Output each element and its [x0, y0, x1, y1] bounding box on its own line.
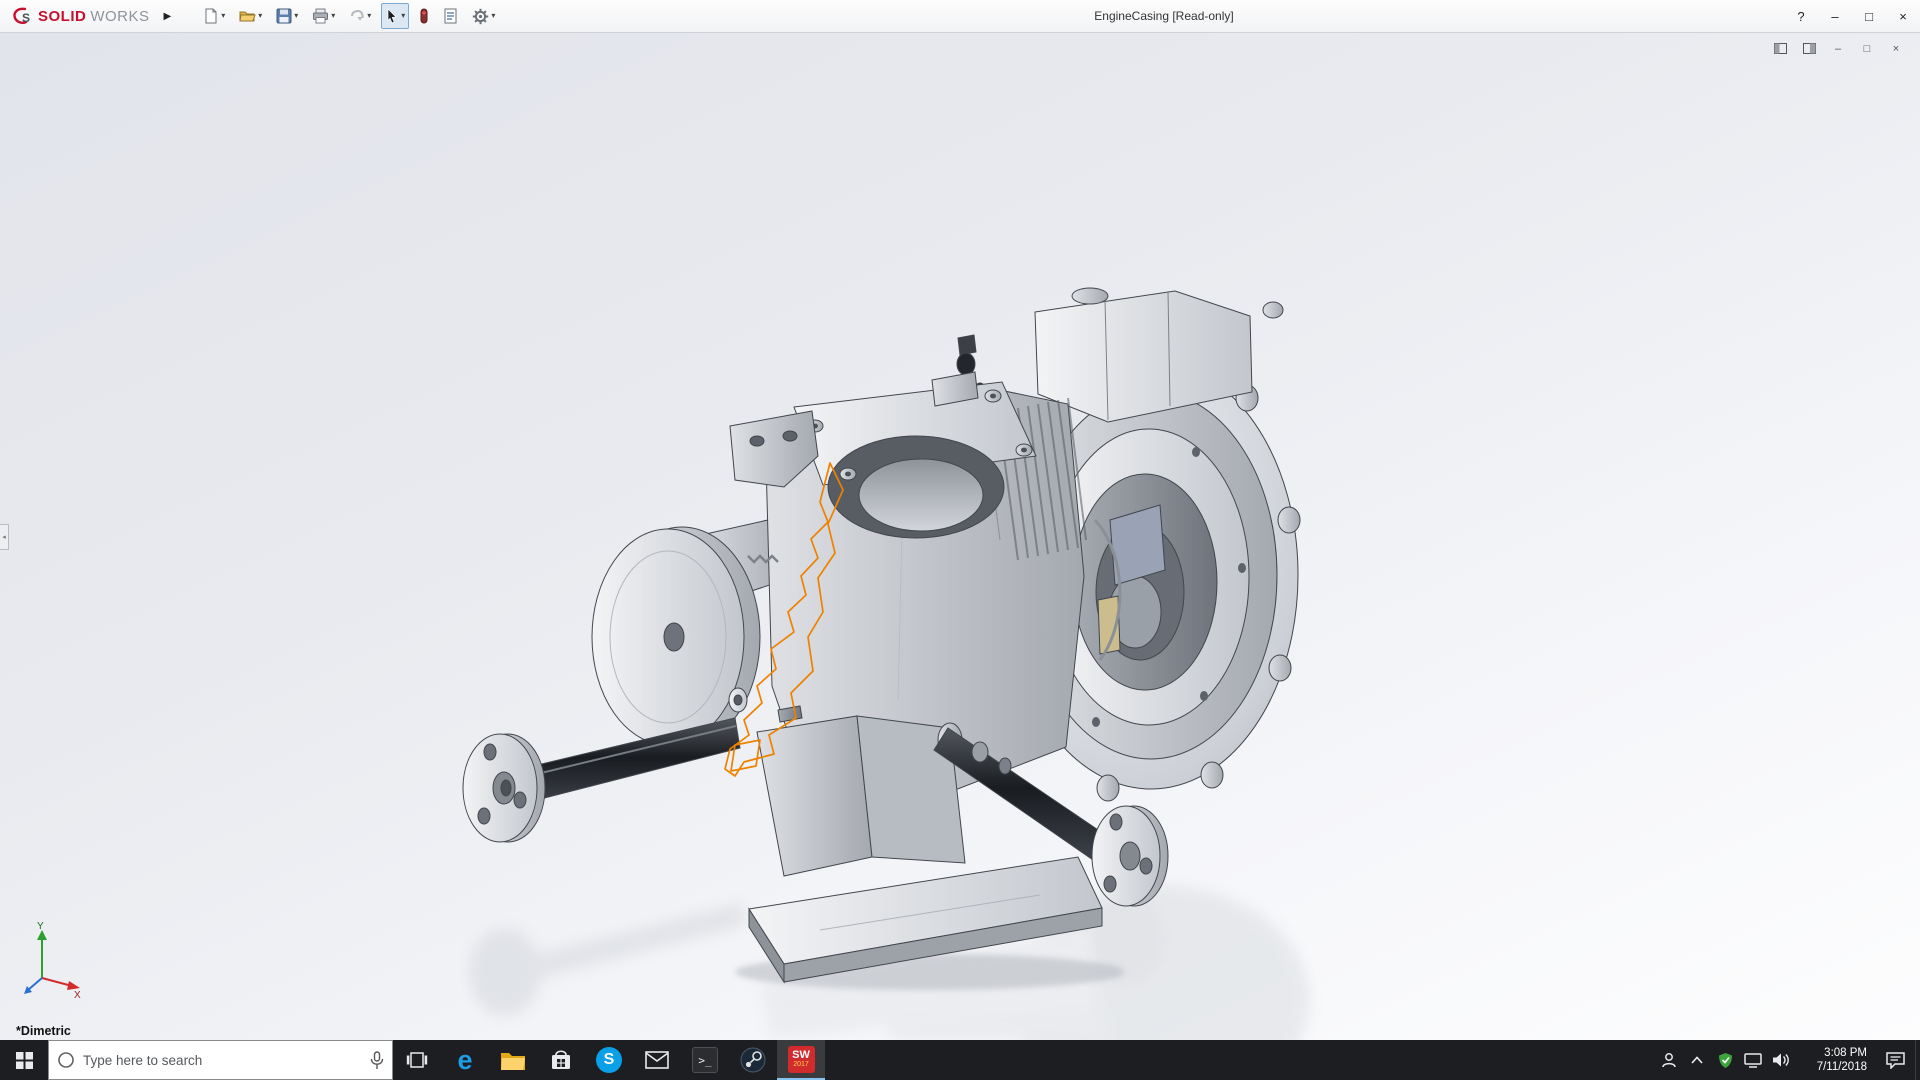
- minimize-button[interactable]: –: [1818, 0, 1852, 33]
- security-tray-button[interactable]: [1711, 1040, 1739, 1080]
- skype-icon: S: [596, 1047, 622, 1073]
- network-tray-button[interactable]: [1739, 1040, 1767, 1080]
- help-button[interactable]: ?: [1784, 0, 1818, 33]
- doc-restore-button[interactable]: □: [1857, 40, 1877, 57]
- new-document-button[interactable]: ▾: [199, 3, 229, 29]
- solidworks-window: S SOLIDWORKS ▶ ▾ ▾: [0, 0, 1920, 1080]
- engine-casing-model[interactable]: [0, 33, 1920, 1040]
- action-center-icon: [1886, 1052, 1905, 1069]
- left-shaft: [463, 718, 740, 842]
- dock-pane-left-button[interactable]: [1770, 40, 1790, 57]
- document-window-controls: – □ ×: [1770, 40, 1906, 57]
- dassault-logo-icon: S: [10, 6, 34, 26]
- dock-pane-left-icon: [1774, 43, 1787, 54]
- select-cursor-icon: [385, 8, 399, 24]
- display-network-icon: [1744, 1053, 1762, 1068]
- clock-date: 7/11/2018: [1817, 1060, 1867, 1074]
- file-properties-icon: [443, 8, 458, 24]
- solidworks-app-icon: SW 2017: [788, 1046, 815, 1073]
- brand-works: WORKS: [90, 8, 149, 25]
- mail-icon: [645, 1051, 669, 1069]
- chevron-down-icon[interactable]: ▾: [401, 12, 405, 20]
- undo-icon: [349, 8, 365, 24]
- triad-y-label: Y: [37, 921, 44, 932]
- edge-icon: e: [457, 1045, 472, 1076]
- microphone-icon[interactable]: [370, 1051, 384, 1070]
- reference-triad: Y X: [22, 920, 84, 998]
- chevron-down-icon[interactable]: ▾: [221, 12, 225, 20]
- gear-icon: [472, 8, 489, 25]
- panel-collapse-handle[interactable]: ◂: [0, 524, 9, 550]
- file-explorer-icon: [500, 1050, 526, 1071]
- rebuild-button[interactable]: [415, 3, 433, 29]
- open-button[interactable]: ▾: [235, 3, 266, 29]
- titlebar: S SOLIDWORKS ▶ ▾ ▾: [0, 0, 1920, 33]
- doc-close-button[interactable]: ×: [1886, 40, 1906, 57]
- steam-icon: [740, 1047, 766, 1073]
- people-button[interactable]: [1655, 1040, 1683, 1080]
- brand-solid: SOLID: [38, 8, 86, 25]
- search-input[interactable]: [83, 1053, 362, 1068]
- taskbar-clock[interactable]: 3:08 PM 7/11/2018: [1795, 1040, 1875, 1080]
- tray-overflow-button[interactable]: [1683, 1040, 1711, 1080]
- options-button[interactable]: ▾: [468, 3, 499, 29]
- doc-minimize-button[interactable]: –: [1828, 40, 1848, 57]
- steam-button[interactable]: [729, 1040, 777, 1080]
- open-folder-icon: [239, 8, 256, 24]
- skype-button[interactable]: S: [585, 1040, 633, 1080]
- chevron-down-icon[interactable]: ▾: [491, 12, 495, 20]
- mail-button[interactable]: [633, 1040, 681, 1080]
- system-tray: 3:08 PM 7/11/2018: [1655, 1040, 1920, 1080]
- people-icon: [1660, 1051, 1678, 1069]
- volume-tray-button[interactable]: [1767, 1040, 1795, 1080]
- chevron-down-icon[interactable]: ▾: [331, 12, 335, 20]
- windows-taskbar: e S >_: [0, 1040, 1920, 1080]
- print-icon: [312, 8, 329, 24]
- store-icon: [550, 1049, 572, 1071]
- command-prompt-icon: >_: [692, 1047, 718, 1073]
- solidworks-logo: S SOLIDWORKS: [0, 6, 150, 26]
- shield-icon: [1718, 1052, 1733, 1069]
- cortana-icon: [57, 1051, 75, 1069]
- window-controls: ? – □ ×: [1784, 0, 1920, 33]
- menu-expand-button[interactable]: ▶: [164, 0, 172, 33]
- save-icon: [276, 8, 292, 24]
- rebuild-stoplight-icon: [419, 8, 429, 24]
- document-title: EngineCasing [Read-only]: [1094, 0, 1233, 33]
- chevron-up-icon: [1691, 1056, 1703, 1064]
- edge-button[interactable]: e: [441, 1040, 489, 1080]
- solidworks-taskbar-button[interactable]: SW 2017: [777, 1040, 825, 1080]
- command-prompt-button[interactable]: >_: [681, 1040, 729, 1080]
- graphics-viewport[interactable]: – □ × ◂ Y X *Dimetric: [0, 33, 1920, 1040]
- quick-access-toolbar: ▾ ▾ ▾: [199, 3, 499, 29]
- start-button[interactable]: [0, 1040, 48, 1080]
- chevron-down-icon[interactable]: ▾: [294, 12, 298, 20]
- action-center-button[interactable]: [1875, 1040, 1915, 1080]
- taskbar-search[interactable]: [48, 1040, 393, 1080]
- clock-time: 3:08 PM: [1824, 1046, 1867, 1060]
- chevron-down-icon[interactable]: ▾: [258, 12, 262, 20]
- view-orientation-label: *Dimetric: [16, 1024, 71, 1038]
- svg-text:S: S: [22, 11, 30, 25]
- new-document-icon: [203, 8, 219, 24]
- select-button[interactable]: ▾: [381, 3, 409, 29]
- close-button[interactable]: ×: [1886, 0, 1920, 33]
- show-desktop-strip[interactable]: [1915, 1040, 1920, 1080]
- task-view-button[interactable]: [393, 1040, 441, 1080]
- print-button[interactable]: ▾: [308, 3, 339, 29]
- store-button[interactable]: [537, 1040, 585, 1080]
- save-button[interactable]: ▾: [272, 3, 302, 29]
- file-properties-button[interactable]: [439, 3, 462, 29]
- windows-logo-icon: [16, 1052, 33, 1069]
- chevron-down-icon[interactable]: ▾: [367, 12, 371, 20]
- speaker-icon: [1772, 1052, 1790, 1068]
- maximize-button[interactable]: □: [1852, 0, 1886, 33]
- triad-x-label: X: [74, 990, 81, 998]
- task-view-icon: [406, 1051, 428, 1069]
- file-explorer-button[interactable]: [489, 1040, 537, 1080]
- undo-button[interactable]: ▾: [345, 3, 375, 29]
- dock-pane-right-button[interactable]: [1799, 40, 1819, 57]
- dock-pane-right-icon: [1803, 43, 1816, 54]
